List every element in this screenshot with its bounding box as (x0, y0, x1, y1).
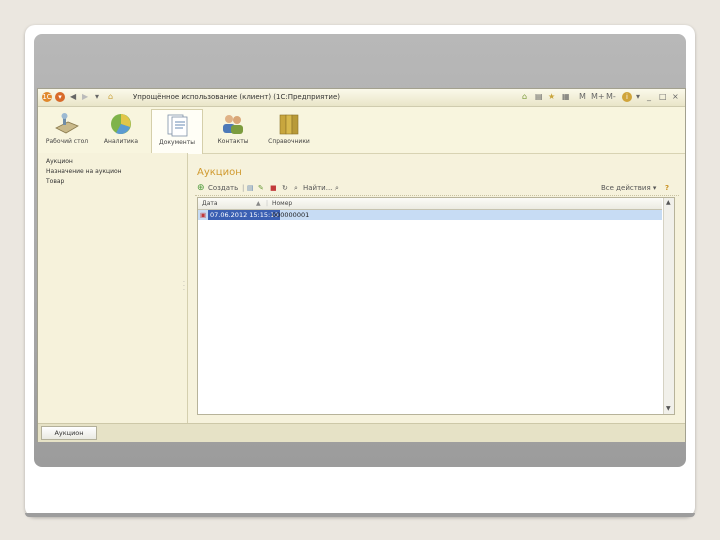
folders-icon (276, 112, 302, 136)
scroll-up-icon[interactable]: ▲ (666, 199, 671, 207)
window-title: Упрощённое использование (клиент) (1С:Пр… (133, 93, 340, 101)
separator: | (242, 184, 245, 192)
forward-icon[interactable]: ▶ (82, 91, 88, 103)
document-icon: ▣ (200, 211, 207, 219)
find-button[interactable]: Найти... (303, 183, 332, 194)
ribbon-label: Рабочий стол (45, 138, 89, 145)
maximize-button[interactable]: □ (659, 91, 667, 103)
column-header-number[interactable]: Номер (272, 199, 292, 208)
slide-bottom-bar (25, 513, 695, 517)
ribbon-label: Аналитика (103, 138, 139, 145)
nav-item-auction[interactable]: Аукцион (46, 157, 73, 166)
pie-chart-icon (108, 112, 134, 136)
ribbon-item-analytics[interactable]: Аналитика (96, 109, 146, 153)
vertical-scrollbar[interactable]: ▲ ▼ (663, 198, 674, 414)
list-toolbar: ⊕ Создать | ▤ ✎ ■ ↻ ⌕ Найти... ⌕ Все дей… (195, 183, 679, 196)
history-icon[interactable]: ▤ (535, 91, 543, 103)
ribbon-item-contacts[interactable]: Контакты (208, 109, 258, 153)
app-window: 1C ▾ ◀ ▶ ▾ ⌂ Упрощённое использование (к… (37, 88, 686, 442)
ribbon-label: Справочники (268, 138, 310, 145)
ribbon-label: Контакты (217, 138, 249, 145)
back-icon[interactable]: ◀ (70, 91, 76, 103)
table-header: Дата ▲ | Номер (198, 198, 662, 210)
home-page-icon[interactable]: ⌂ (522, 91, 527, 103)
ribbon-item-documents[interactable]: Документы (151, 109, 203, 154)
refresh-icon[interactable]: ↻ (282, 183, 288, 194)
copy-icon[interactable]: ▤ (247, 183, 254, 194)
section-ribbon: Рабочий стол Аналитика Документы Контакт… (38, 107, 685, 154)
documents-icon (164, 113, 190, 137)
close-button[interactable]: × (672, 91, 679, 103)
scroll-down-icon[interactable]: ▼ (666, 405, 671, 413)
favorites-icon[interactable]: ★ (548, 91, 555, 103)
left-nav-panel: Аукцион Назначение на аукцион Товар (38, 153, 188, 423)
home-icon[interactable]: ⌂ (108, 91, 113, 103)
menu-icon[interactable]: ▾ (55, 92, 65, 102)
panel-splitter[interactable]: · · · (183, 280, 185, 294)
minimize-button[interactable]: _ (647, 91, 651, 103)
chevron-down-icon[interactable]: ▾ (636, 91, 640, 103)
title-bar: 1C ▾ ◀ ▶ ▾ ⌂ Упрощённое использование (к… (38, 89, 685, 107)
cancel-search-icon[interactable]: ⌕ (335, 183, 339, 194)
app-logo-icon[interactable]: 1C (42, 92, 52, 102)
nav-item-auction-assignment[interactable]: Назначение на аукцион (46, 167, 122, 176)
ribbon-label: Документы (159, 139, 195, 146)
cell-date[interactable]: 07.06.2012 15:15:10 (208, 210, 281, 220)
memory-minus-button[interactable]: M- (606, 91, 616, 103)
delete-mark-icon[interactable]: ■ (270, 183, 277, 194)
search-icon[interactable]: ⌕ (294, 183, 298, 194)
add-icon[interactable]: ⊕ (197, 183, 205, 194)
all-actions-menu[interactable]: Все действия ▾ (601, 183, 656, 194)
status-bar: Аукцион (38, 423, 685, 442)
memory-plus-button[interactable]: M+ (591, 91, 605, 103)
sort-ascending-icon: ▲ (256, 200, 261, 207)
dropdown-icon[interactable]: ▾ (95, 91, 99, 103)
list-content: Аукцион ⊕ Создать | ▤ ✎ ■ ↻ ⌕ Найти... ⌕… (191, 153, 681, 423)
contacts-icon (220, 112, 246, 136)
page-title: Аукцион (197, 167, 242, 178)
cell-number[interactable]: 000000001 (272, 210, 309, 220)
nav-item-goods[interactable]: Товар (46, 177, 64, 186)
info-icon[interactable]: i (622, 92, 632, 102)
column-header-date[interactable]: Дата (202, 199, 218, 208)
help-icon[interactable]: ? (665, 183, 669, 194)
desk-icon (54, 112, 80, 136)
print-icon[interactable]: ▦ (562, 91, 570, 103)
ribbon-item-desktop[interactable]: Рабочий стол (42, 109, 92, 153)
edit-icon[interactable]: ✎ (258, 183, 264, 194)
table-row[interactable]: ▣ 07.06.2012 15:15:10 000000001 (198, 210, 662, 220)
column-divider: | (266, 200, 269, 207)
memory-button[interactable]: M (579, 91, 586, 103)
documents-table: Дата ▲ | Номер ▣ 07.06.2012 15:15:10 000… (197, 197, 675, 415)
open-window-tab-auction[interactable]: Аукцион (41, 426, 97, 440)
ribbon-item-catalogs[interactable]: Справочники (264, 109, 314, 153)
add-button[interactable]: Создать (208, 183, 238, 194)
